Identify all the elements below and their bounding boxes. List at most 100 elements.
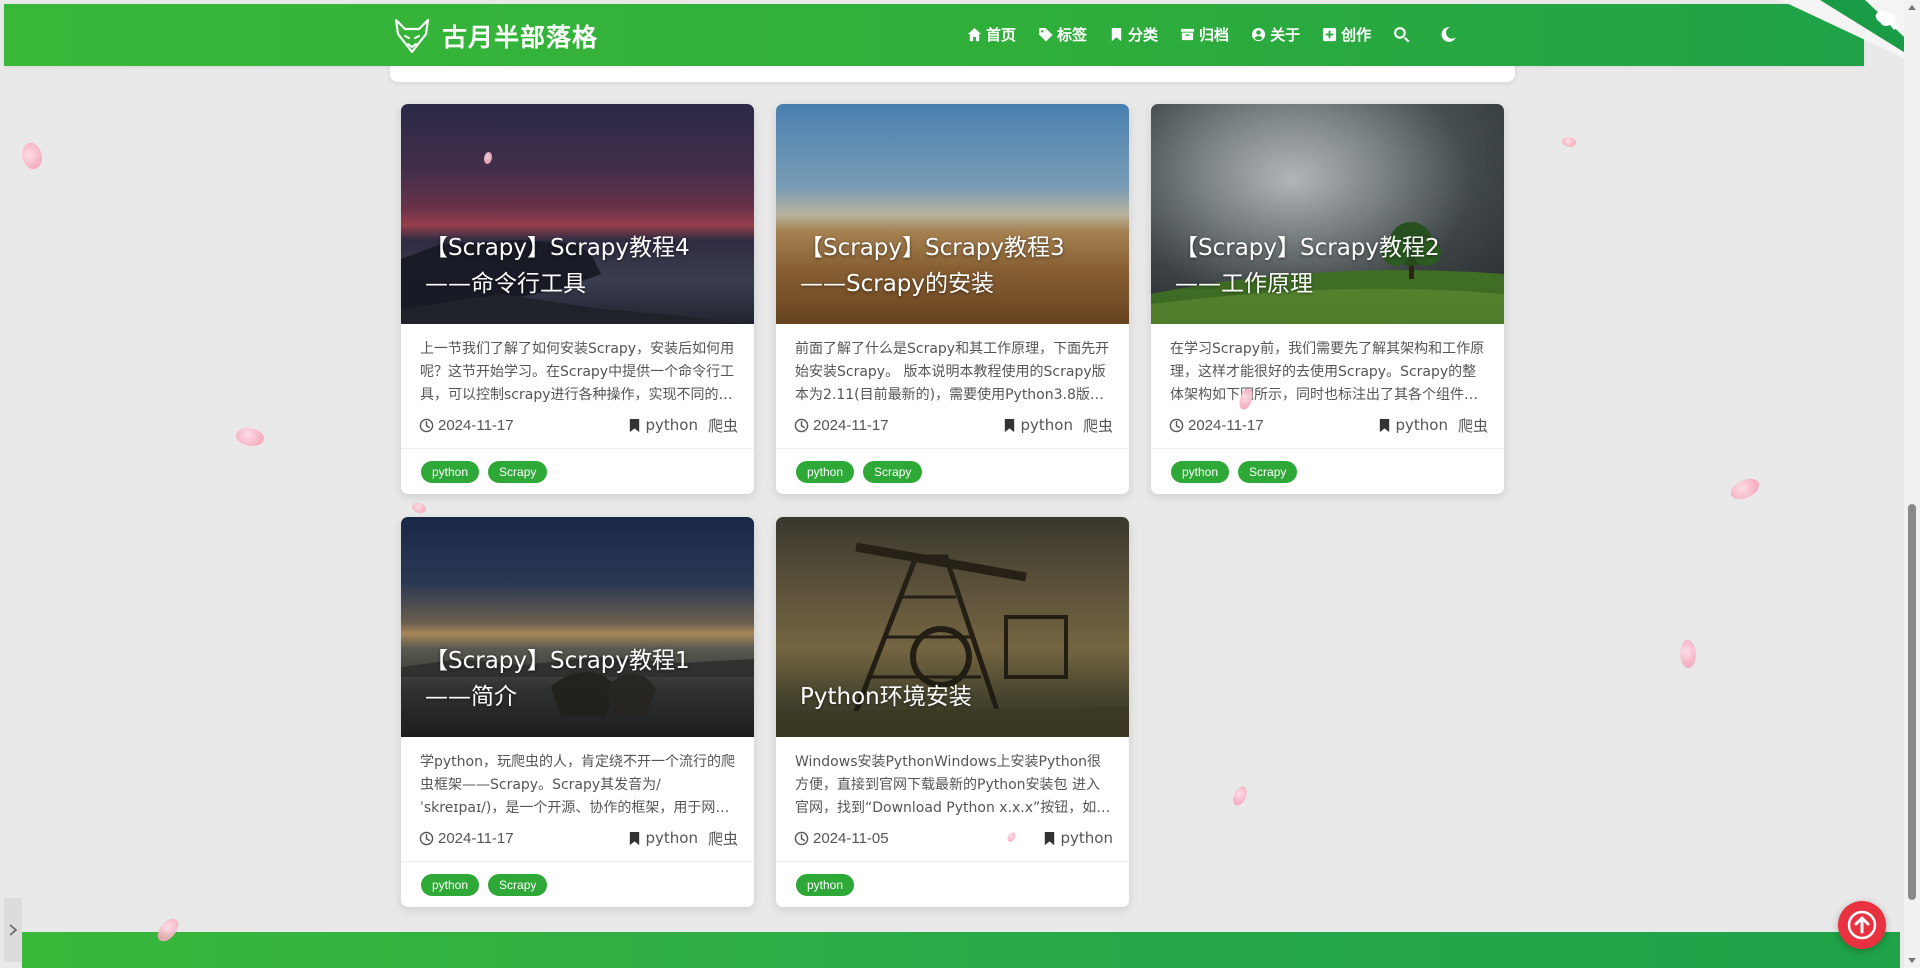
- bookmark-icon: [629, 831, 639, 845]
- github-corner-icon[interactable]: [1780, 0, 1920, 62]
- post-category[interactable]: 爬虫: [1458, 415, 1488, 436]
- clock-icon: [419, 418, 434, 432]
- dark-mode-toggle[interactable]: [1440, 26, 1457, 43]
- post-cover-image[interactable]: 【Scrapy】Scrapy教程1——简介: [401, 517, 754, 737]
- post-summary: 学python，玩爬虫的人，肯定绕不开一个流行的爬虫框架——Scrapy。Scr…: [420, 754, 735, 816]
- nav-categories-label: 分类: [1128, 26, 1159, 44]
- nav-categories[interactable]: 分类: [1109, 24, 1158, 45]
- nav-create-label: 创作: [1341, 26, 1372, 44]
- clock-icon: [794, 831, 809, 845]
- footer: [22, 932, 1900, 968]
- post-meta: 2024-11-17 python 爬虫: [776, 408, 1129, 449]
- post-cover-image[interactable]: Python环境安装: [776, 517, 1129, 737]
- post-cover-image[interactable]: 【Scrapy】Scrapy教程3——Scrapy的安装: [776, 104, 1129, 324]
- post-tag[interactable]: python: [1171, 461, 1230, 483]
- post-card[interactable]: 【Scrapy】Scrapy教程1——简介 学python，玩爬虫的人，肯定绕不…: [401, 517, 754, 907]
- post-meta: 2024-11-17 python 爬虫: [401, 821, 754, 862]
- petal-decoration: [410, 500, 428, 516]
- post-tag[interactable]: python: [421, 874, 480, 896]
- petal-decoration: [16, 139, 48, 173]
- page: 古月半部落格 首页 标签 分类 归档 关于 创作 【Scrapy】Scrapy教…: [0, 0, 1920, 968]
- post-tag[interactable]: Scrapy: [488, 874, 548, 896]
- post-tag[interactable]: Scrapy: [863, 461, 923, 483]
- nav-home-label: 首页: [986, 26, 1017, 44]
- post-card[interactable]: 【Scrapy】Scrapy教程4——命令行工具 上一节我们了解了如何安装Scr…: [401, 104, 754, 494]
- post-tags: python Scrapy: [776, 449, 1129, 483]
- arrow-up-icon: [1847, 910, 1877, 940]
- post-summary: 前面了解了什么是Scrapy和其工作原理，下面先开始安装Scrapy。 版本说明…: [795, 341, 1110, 403]
- nav-archives[interactable]: 归档: [1180, 24, 1229, 45]
- plus-square-icon: [1323, 27, 1337, 42]
- main-nav: 首页 标签 分类 归档 关于 创作: [967, 24, 1487, 45]
- post-category[interactable]: 爬虫: [1083, 415, 1113, 436]
- post-card[interactable]: 【Scrapy】Scrapy教程3——Scrapy的安装 前面了解了什么是Scr…: [776, 104, 1129, 494]
- search-icon: [1394, 27, 1410, 43]
- post-summary: 上一节我们了解了如何安装Scrapy，安装后如何用呢？这节开始学习。在Scrap…: [420, 341, 735, 403]
- post-tags: python Scrapy: [401, 449, 754, 483]
- nav-about-label: 关于: [1270, 26, 1301, 44]
- nav-archives-label: 归档: [1199, 26, 1230, 44]
- post-tags: python: [776, 862, 1129, 896]
- brand[interactable]: 古月半部落格: [392, 16, 598, 56]
- bookmark-icon: [1044, 831, 1054, 845]
- post-tag[interactable]: python: [421, 461, 480, 483]
- post-date: 2024-11-17: [1188, 416, 1264, 434]
- nav-home[interactable]: 首页: [967, 24, 1016, 45]
- post-category[interactable]: python: [1396, 416, 1448, 434]
- user-circle-icon: [1252, 27, 1266, 42]
- search-button[interactable]: [1393, 26, 1410, 43]
- clock-icon: [794, 418, 809, 432]
- post-category[interactable]: python: [1021, 416, 1073, 434]
- tag-icon: [1038, 27, 1053, 42]
- top-navbar: 古月半部落格 首页 标签 分类 归档 关于 创作: [4, 4, 1864, 66]
- scroll-down-icon[interactable]: [1908, 958, 1916, 963]
- bookmark-icon: [1004, 418, 1014, 432]
- post-category[interactable]: python: [1061, 829, 1113, 847]
- post-title[interactable]: 【Scrapy】Scrapy教程2——工作原理: [1175, 230, 1484, 302]
- post-meta: 2024-11-05 python: [776, 821, 1129, 862]
- vertical-scrollbar[interactable]: [1904, 0, 1920, 968]
- scrollbar-thumb[interactable]: [1908, 504, 1916, 900]
- post-category[interactable]: 爬虫: [708, 415, 738, 436]
- post-date: 2024-11-17: [813, 416, 889, 434]
- sidebar-toggle[interactable]: [4, 898, 22, 962]
- petal-decoration: [1231, 784, 1249, 808]
- nav-create[interactable]: 创作: [1322, 24, 1371, 45]
- scroll-up-icon[interactable]: [1908, 5, 1916, 10]
- post-tag[interactable]: Scrapy: [488, 461, 548, 483]
- nav-tags-label: 标签: [1057, 26, 1088, 44]
- post-card[interactable]: Python环境安装 Windows安装PythonWindows上安装Pyth…: [776, 517, 1129, 907]
- post-category[interactable]: 爬虫: [708, 828, 738, 849]
- post-cover-image[interactable]: 【Scrapy】Scrapy教程2——工作原理: [1151, 104, 1504, 324]
- post-summary: Windows安装PythonWindows上安装Python很方便，直接到官网…: [795, 754, 1111, 816]
- site-title: 古月半部落格: [442, 23, 599, 52]
- nav-tags[interactable]: 标签: [1038, 24, 1087, 45]
- post-category[interactable]: python: [646, 416, 698, 434]
- post-tags: python Scrapy: [1151, 449, 1504, 483]
- post-summary: 在学习Scrapy前，我们需要先了解其架构和工作原理，这样才能很好的去使用Scr…: [1170, 341, 1485, 403]
- clock-icon: [1169, 418, 1184, 432]
- bookmark-icon: [1111, 27, 1122, 42]
- petal-decoration: [1728, 476, 1762, 502]
- post-tag[interactable]: Scrapy: [1238, 461, 1298, 483]
- bookmark-icon: [1379, 418, 1389, 432]
- post-category[interactable]: python: [646, 829, 698, 847]
- post-title[interactable]: 【Scrapy】Scrapy教程3——Scrapy的安装: [800, 230, 1109, 302]
- post-title[interactable]: 【Scrapy】Scrapy教程4——命令行工具: [425, 230, 734, 302]
- fox-logo-icon: [394, 18, 430, 54]
- home-icon: [967, 27, 982, 42]
- post-cover-image[interactable]: 【Scrapy】Scrapy教程4——命令行工具: [401, 104, 754, 324]
- nav-about[interactable]: 关于: [1251, 24, 1300, 45]
- moon-icon: [1441, 26, 1457, 42]
- post-meta: 2024-11-17 python 爬虫: [1151, 408, 1504, 449]
- post-tag[interactable]: python: [796, 461, 855, 483]
- post-tag[interactable]: python: [796, 874, 855, 896]
- post-date: 2024-11-17: [438, 416, 514, 434]
- post-date: 2024-11-17: [438, 829, 514, 847]
- back-to-top-button[interactable]: [1838, 901, 1886, 949]
- post-title[interactable]: 【Scrapy】Scrapy教程1——简介: [425, 643, 734, 715]
- post-title[interactable]: Python环境安装: [800, 679, 1109, 715]
- post-tags: python Scrapy: [401, 862, 754, 896]
- petal-decoration: [1677, 638, 1699, 670]
- post-card[interactable]: 【Scrapy】Scrapy教程2——工作原理 在学习Scrapy前，我们需要先…: [1151, 104, 1504, 494]
